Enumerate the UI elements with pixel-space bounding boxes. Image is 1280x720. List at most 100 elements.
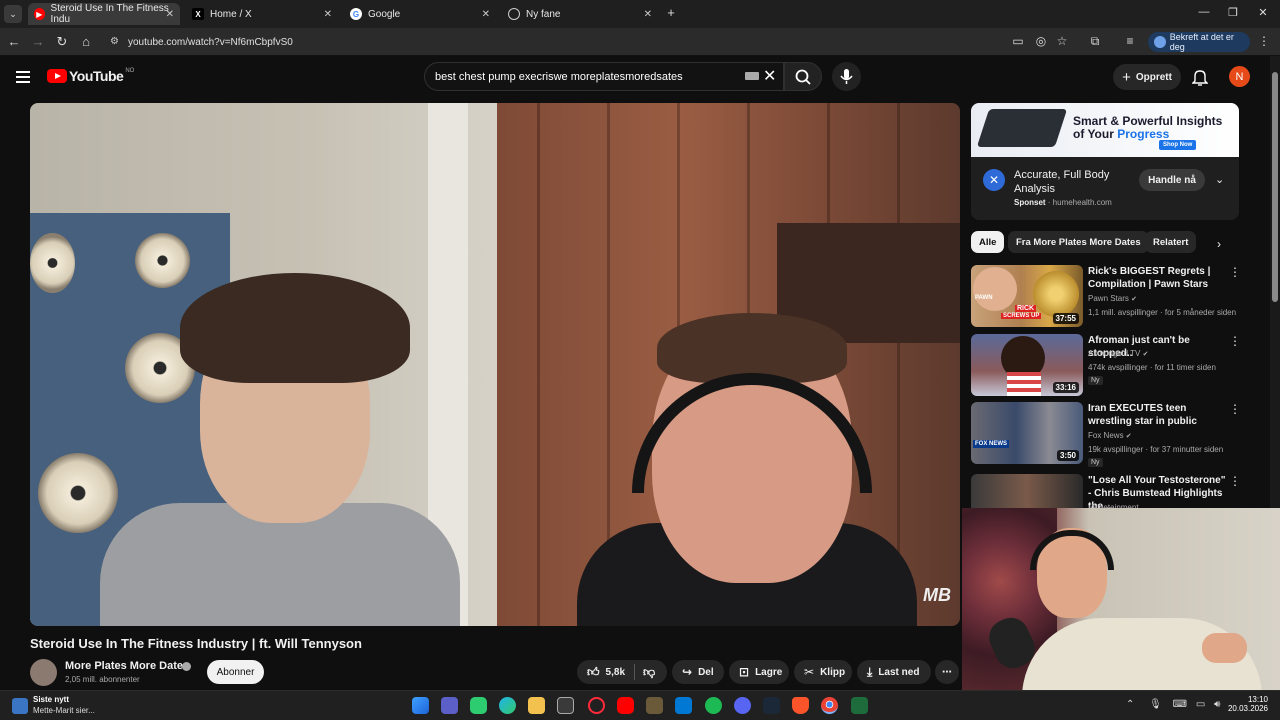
close-window-icon[interactable]: ✕ bbox=[1253, 6, 1273, 19]
restore-icon[interactable]: ❐ bbox=[1223, 6, 1243, 19]
chrome-icon[interactable] bbox=[821, 697, 838, 714]
video-player[interactable]: MB bbox=[30, 103, 960, 626]
microphone-tray-icon[interactable]: 🎙︎ bbox=[1149, 699, 1162, 710]
browser-menu-icon[interactable]: ⋮ bbox=[1256, 34, 1272, 48]
recommended-video[interactable]: PAWN RICK SCREWS UP 37:55 Rick's BIGGEST… bbox=[971, 265, 1261, 327]
terminal-icon[interactable] bbox=[851, 697, 868, 714]
eye-off-icon[interactable]: ◎ bbox=[1033, 34, 1049, 48]
voice-search-button[interactable] bbox=[832, 62, 861, 91]
start-icon[interactable] bbox=[412, 697, 429, 714]
chip-all[interactable]: Alle bbox=[971, 231, 1005, 253]
ad-cta-button[interactable]: Handle nå bbox=[1139, 169, 1205, 191]
notifications-icon[interactable] bbox=[1191, 68, 1209, 86]
youtube-logo[interactable]: YouTube NO bbox=[47, 68, 134, 84]
outlook-icon[interactable] bbox=[675, 697, 692, 714]
clip-button[interactable]: ✂ Klipp bbox=[794, 660, 852, 684]
address-bar[interactable]: ⚙ youtube.com/watch?v=Nf6mCbpfvS0 bbox=[104, 31, 1004, 53]
extensions-icon[interactable]: ⧉ bbox=[1087, 34, 1103, 49]
spotify-icon[interactable] bbox=[705, 697, 722, 714]
discord-icon[interactable] bbox=[734, 697, 751, 714]
chevron-right-icon[interactable]: › bbox=[1217, 237, 1221, 251]
recommended-video[interactable]: FOX NEWS 3:50 Iran EXECUTES teen wrestli… bbox=[971, 402, 1261, 467]
chevron-up-icon[interactable]: ⌃ bbox=[1126, 699, 1134, 710]
tab-new[interactable]: Ny fane ✕ bbox=[502, 3, 658, 25]
close-tab-icon[interactable]: ✕ bbox=[324, 9, 332, 20]
ad-shop-now-button[interactable]: Shop Now bbox=[1159, 140, 1197, 150]
ad-title[interactable]: Accurate, Full Body Analysis bbox=[1014, 168, 1134, 196]
scrollbar-thumb[interactable] bbox=[1272, 72, 1278, 302]
ad-banner[interactable]: Smart & Powerful Insights of Your Progre… bbox=[971, 103, 1239, 157]
display-icon[interactable]: ▭ bbox=[1196, 699, 1205, 710]
forward-icon[interactable]: → bbox=[30, 34, 46, 49]
chat-app-icon[interactable] bbox=[470, 697, 487, 714]
back-icon[interactable]: ← bbox=[6, 34, 22, 49]
tab-x[interactable]: X Home / X ✕ bbox=[186, 3, 338, 25]
channel-name[interactable]: More Plates More Dates bbox=[65, 660, 189, 672]
chevron-down-icon[interactable]: ⌄ bbox=[1215, 173, 1224, 186]
profile-verify-chip[interactable]: Bekreft at det er deg bbox=[1148, 32, 1250, 52]
bookmark-star-icon[interactable]: ☆ bbox=[1054, 34, 1070, 48]
store-icon[interactable] bbox=[557, 697, 574, 714]
opera-icon[interactable] bbox=[588, 697, 605, 714]
account-avatar[interactable]: N bbox=[1229, 66, 1250, 87]
chip-from-channel[interactable]: Fra More Plates More Dates bbox=[1008, 231, 1149, 253]
video-thumbnail[interactable]: 33:16 bbox=[971, 334, 1083, 396]
edge-icon[interactable] bbox=[499, 697, 516, 714]
search-button[interactable] bbox=[784, 62, 822, 91]
close-tab-icon[interactable]: ✕ bbox=[644, 9, 652, 20]
news-widget-title[interactable]: Siste nytt bbox=[33, 695, 69, 704]
like-icon[interactable]: 👍︎ bbox=[587, 665, 600, 680]
channel-avatar[interactable] bbox=[30, 659, 57, 686]
volume-icon[interactable]: 🔊︎ bbox=[1214, 699, 1220, 710]
teams-icon[interactable] bbox=[441, 697, 458, 714]
video-title[interactable]: Iran EXECUTES teen wrestling star in pub… bbox=[1088, 402, 1228, 428]
clear-search-icon[interactable]: ✕ bbox=[763, 66, 776, 86]
more-options-icon[interactable]: ⋮ bbox=[1229, 474, 1241, 488]
download-button[interactable]: ⤓ Last ned bbox=[857, 660, 931, 684]
more-options-icon[interactable]: ⋮ bbox=[1229, 402, 1241, 416]
video-thumbnail[interactable]: PAWN RICK SCREWS UP 37:55 bbox=[971, 265, 1083, 327]
file-explorer-icon[interactable] bbox=[528, 697, 545, 714]
chip-related[interactable]: Relatert bbox=[1145, 231, 1197, 253]
tab-youtube[interactable]: ▶ Steroid Use In The Fitness Indu ✕ bbox=[28, 3, 180, 25]
create-button[interactable]: + Opprett bbox=[1113, 64, 1181, 90]
more-options-icon[interactable]: ⋮ bbox=[1229, 334, 1241, 348]
tab-google[interactable]: G Google ✕ bbox=[344, 3, 496, 25]
youtube-app-icon[interactable] bbox=[617, 697, 634, 714]
share-button[interactable]: ↪ Del bbox=[672, 660, 724, 684]
home-icon[interactable]: ⌂ bbox=[78, 34, 94, 49]
reading-list-icon[interactable]: ≡ bbox=[1122, 34, 1138, 48]
subscribe-button[interactable]: Abonner bbox=[207, 660, 264, 684]
cast-icon[interactable]: ▭ bbox=[1010, 34, 1026, 48]
game-app-icon[interactable] bbox=[646, 697, 663, 714]
channel-watermark[interactable]: MB bbox=[923, 585, 951, 606]
more-actions-button[interactable]: ⋯ bbox=[935, 660, 959, 684]
close-tab-icon[interactable]: ✕ bbox=[482, 9, 490, 20]
recommended-video[interactable]: 33:16 Afroman just can't be stopped.. As… bbox=[971, 334, 1261, 396]
news-widget-icon[interactable] bbox=[12, 698, 28, 714]
more-options-icon[interactable]: ⋮ bbox=[1229, 265, 1241, 279]
dislike-icon[interactable]: 👎︎ bbox=[643, 665, 655, 680]
channel-name[interactable]: Asmongold TV ✔ bbox=[1088, 349, 1148, 358]
steam-icon[interactable] bbox=[763, 697, 780, 714]
site-info-icon[interactable]: ⚙ bbox=[110, 36, 119, 47]
video-title[interactable]: Rick's BIGGEST Regrets | Compilation | P… bbox=[1088, 265, 1228, 291]
channel-name[interactable]: Pawn Stars ✔ bbox=[1088, 294, 1137, 303]
reload-icon[interactable]: ↻ bbox=[54, 34, 70, 50]
menu-icon[interactable] bbox=[16, 71, 30, 83]
sponsored-ad-card[interactable]: Smart & Powerful Insights of Your Progre… bbox=[971, 103, 1239, 220]
new-tab-button[interactable]: + bbox=[661, 5, 681, 20]
brave-icon[interactable] bbox=[792, 697, 809, 714]
news-widget-subtitle[interactable]: Mette-Marit sier... bbox=[33, 706, 95, 715]
keyboard-icon[interactable] bbox=[745, 72, 759, 80]
like-count[interactable]: 5,8k bbox=[606, 667, 625, 678]
channel-name[interactable]: Fox News ✔ bbox=[1088, 431, 1132, 440]
system-tray[interactable]: ⌃ 🎙︎ ⌨ ▭ 🔊︎ bbox=[1126, 699, 1220, 710]
keyboard-tray-icon[interactable]: ⌨ bbox=[1173, 699, 1187, 710]
minimize-icon[interactable]: — bbox=[1194, 6, 1214, 18]
close-tab-icon[interactable]: ✕ bbox=[166, 9, 174, 20]
save-button[interactable]: ⊡ Lagre bbox=[729, 660, 789, 684]
search-input[interactable]: best chest pump execriswe moreplatesmore… bbox=[424, 62, 784, 91]
video-thumbnail[interactable]: FOX NEWS 3:50 bbox=[971, 402, 1083, 464]
tab-search-icon[interactable]: ⌄ bbox=[4, 5, 22, 23]
